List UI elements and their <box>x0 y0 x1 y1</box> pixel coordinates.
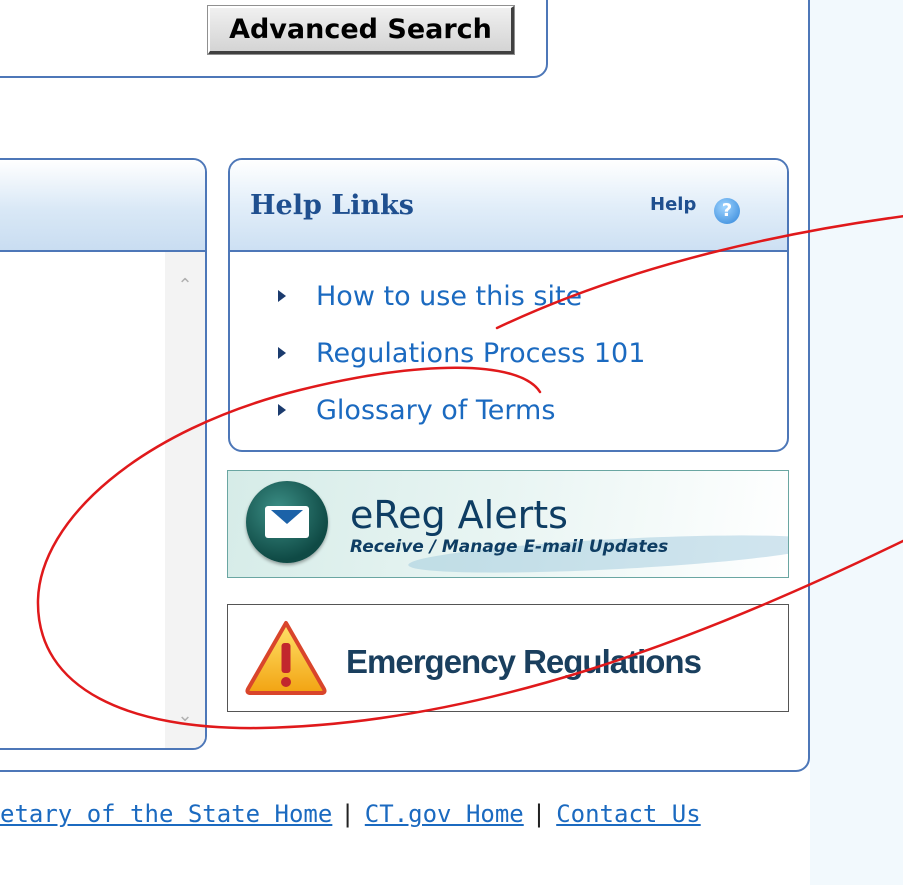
help-link-label[interactable]: How to use this site <box>316 281 582 312</box>
ereg-alerts-banner[interactable]: eReg Alerts Receive / Manage E-mail Upda… <box>227 470 789 578</box>
advanced-search-button[interactable]: Advanced Search <box>207 5 515 55</box>
left-panel-header <box>0 160 205 252</box>
help-link-glossary[interactable]: Glossary of Terms <box>278 390 555 430</box>
chevron-down-icon[interactable]: ⌄ <box>175 706 195 726</box>
left-results-panel: ⌃ ⌄ <box>0 158 207 750</box>
footer-links: etary of the State Home | CT.gov Home | Cont… <box>0 800 701 828</box>
search-box: Advanced Search <box>0 0 548 78</box>
chevron-up-icon[interactable]: ⌃ <box>175 276 195 296</box>
triangle-right-icon <box>278 290 286 302</box>
help-link-label[interactable]: Regulations Process 101 <box>316 338 645 369</box>
triangle-right-icon <box>278 347 286 359</box>
emergency-regulations-banner[interactable]: Emergency Regulations <box>227 604 789 712</box>
help-link-label[interactable]: Glossary of Terms <box>316 395 555 426</box>
footer-separator: | <box>531 800 547 828</box>
right-background-strip <box>810 0 903 885</box>
help-link[interactable]: Help <box>650 194 696 215</box>
question-mark-icon[interactable]: ? <box>714 198 740 224</box>
help-link-regulations-process[interactable]: Regulations Process 101 <box>278 333 645 373</box>
footer-link-ct-gov[interactable]: CT.gov Home <box>365 800 524 828</box>
help-links-panel: Help Links Help ? How to use this site R… <box>228 158 789 452</box>
help-links-header: Help Links Help ? <box>230 160 787 252</box>
ereg-alerts-title: eReg Alerts <box>350 493 568 537</box>
vertical-scrollbar[interactable]: ⌃ ⌄ <box>165 252 205 748</box>
envelope-icon <box>246 481 328 563</box>
help-links-title: Help Links <box>250 190 415 221</box>
footer-separator: | <box>340 800 355 828</box>
footer-link-contact-us[interactable]: Contact Us <box>556 800 701 828</box>
emergency-regulations-title: Emergency Regulations <box>346 643 702 680</box>
footer-link-secretary-of-state[interactable]: etary of the State Home <box>0 800 332 828</box>
warning-icon <box>245 621 327 695</box>
triangle-right-icon <box>278 404 286 416</box>
help-link-how-to-use[interactable]: How to use this site <box>278 276 582 316</box>
ereg-alerts-subtitle: Receive / Manage E-mail Updates <box>350 537 669 557</box>
